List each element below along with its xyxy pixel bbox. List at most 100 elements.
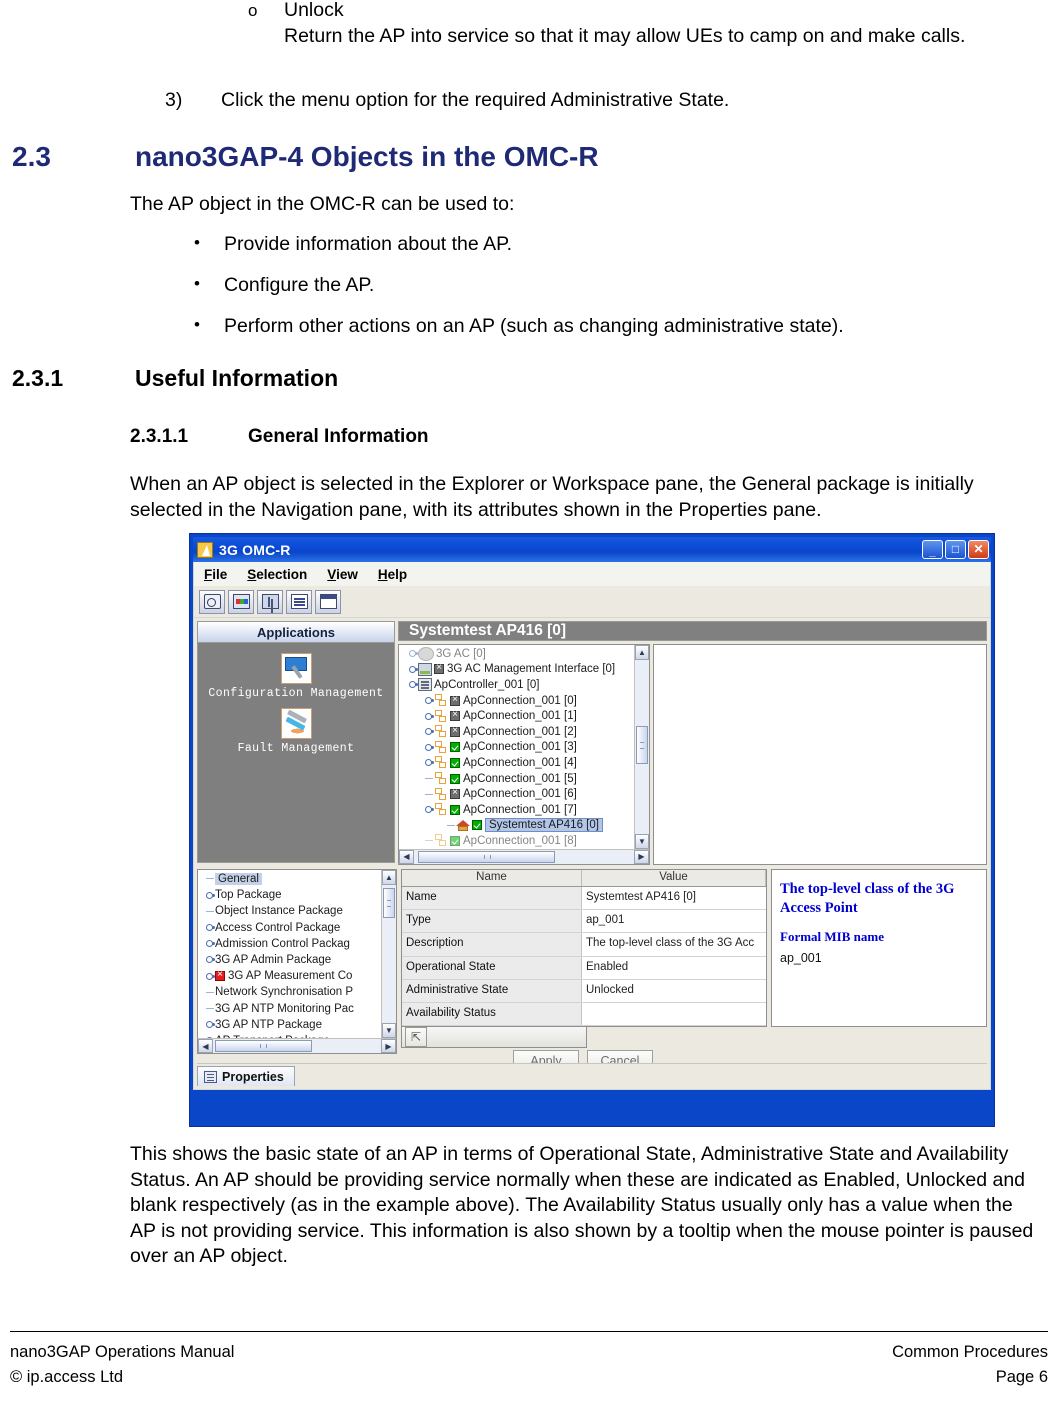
expand-toggle-icon[interactable]: [204, 890, 215, 901]
expand-toggle-icon[interactable]: [423, 804, 434, 815]
table-row[interactable]: Description The top-level class of the 3G…: [402, 933, 766, 957]
table-row[interactable]: Operational State Enabled: [402, 956, 766, 980]
tree-row[interactable]: ApConnection_001 [7]: [399, 802, 634, 818]
scroll-left-icon[interactable]: ◀: [399, 849, 414, 864]
tree-row[interactable]: ApConnection_001 [5]: [399, 771, 634, 787]
navigation-row[interactable]: Network Synchronisation P: [198, 984, 381, 1000]
scroll-up-icon[interactable]: ▲: [382, 870, 396, 885]
hscroll-thumb[interactable]: [214, 1040, 313, 1052]
explorer-horizontal-scrollbar[interactable]: ◀ ▶: [399, 848, 649, 864]
hscroll-thumb[interactable]: [418, 850, 555, 863]
navigation-tree[interactable]: General Top Package Object Instance Packag…: [198, 870, 381, 1038]
tree-row[interactable]: ApController_001 [0]: [399, 677, 634, 693]
navigation-row[interactable]: 3G AP NTP Monitoring Pac: [198, 1001, 381, 1017]
bullet-dot-icon: •: [194, 315, 200, 334]
expand-toggle-icon[interactable]: [204, 971, 215, 982]
explorer-tree[interactable]: 3G AC [0] 3G AC Management Interface [0] A…: [399, 645, 634, 849]
table-row[interactable]: Administrative State Unlocked: [402, 979, 766, 1003]
table-row[interactable]: Availability Status: [402, 1002, 766, 1027]
conn-node-icon: [434, 756, 448, 769]
navigation-row[interactable]: Admission Control Packag: [198, 936, 381, 952]
menu-item-selection[interactable]: Selection: [247, 567, 307, 582]
tree-row[interactable]: ApConnection_001 [1]: [399, 708, 634, 724]
window-icon: [319, 594, 337, 609]
menu-item-view[interactable]: View: [327, 567, 358, 582]
menu-item-help[interactable]: Help: [378, 567, 407, 582]
close-button[interactable]: ✕: [968, 540, 989, 559]
expand-toggle-icon[interactable]: [407, 679, 418, 690]
toolbar-button-window[interactable]: [315, 589, 341, 614]
property-name-cell: Type: [402, 910, 582, 933]
property-value-cell[interactable]: Unlocked: [582, 979, 766, 1002]
property-value-cell[interactable]: The top-level class of the 3G Acc: [582, 933, 766, 956]
scroll-thumb[interactable]: [636, 726, 648, 765]
expand-toggle-icon[interactable]: [204, 955, 215, 966]
navigation-row[interactable]: Access Control Package: [198, 920, 381, 936]
tree-row[interactable]: ApConnection_001 [0]: [399, 693, 634, 709]
application-item-configuration-management[interactable]: Configuration Management: [198, 653, 394, 700]
property-value-cell[interactable]: Systemtest AP416 [0]: [582, 887, 766, 910]
scroll-down-icon[interactable]: ▼: [382, 1023, 396, 1038]
expand-toggle-icon[interactable]: [423, 757, 434, 768]
navigation-row[interactable]: 3G AP Measurement Co: [198, 968, 381, 984]
expand-toggle-icon[interactable]: [423, 711, 434, 722]
expand-toggle-icon[interactable]: [204, 938, 215, 949]
expand-toggle-icon[interactable]: [423, 726, 434, 737]
navigation-vertical-scrollbar[interactable]: ▲ ▼: [381, 870, 396, 1038]
up-arrow-icon[interactable]: ⇱: [405, 1027, 427, 1048]
scroll-up-icon[interactable]: ▲: [635, 645, 649, 660]
properties-area: Name Value Name Systemtest AP416 [0] Type a…: [401, 869, 987, 1073]
navigation-row[interactable]: General: [198, 871, 381, 887]
minimize-button[interactable]: _: [922, 540, 943, 559]
tree-row[interactable]: ApConnection_001 [6]: [399, 786, 634, 802]
navigation-row[interactable]: 3G AP NTP Package: [198, 1017, 381, 1033]
navigation-row-label: Admission Control Packag: [215, 937, 350, 950]
navigation-horizontal-scrollbar[interactable]: ◀ ▶: [198, 1038, 396, 1053]
application-item-fault-management[interactable]: Fault Management: [198, 708, 394, 755]
table-row[interactable]: Name Systemtest AP416 [0]: [402, 887, 766, 911]
detail-pane[interactable]: [653, 644, 987, 865]
tree-row[interactable]: ApConnection_001 [4]: [399, 755, 634, 771]
tree-row[interactable]: ApConnection_001 [3]: [399, 740, 634, 756]
tab-properties[interactable]: Properties: [197, 1066, 295, 1086]
scroll-track[interactable]: [635, 660, 649, 834]
property-value-cell[interactable]: Enabled: [582, 956, 766, 979]
expand-toggle-icon[interactable]: [423, 695, 434, 706]
expand-toggle-icon[interactable]: [407, 664, 418, 675]
toolbar-button-tree[interactable]: [257, 589, 283, 614]
expand-toggle-icon[interactable]: [204, 922, 215, 933]
expand-toggle-icon[interactable]: [204, 1019, 215, 1030]
properties-table-body: Name Systemtest AP416 [0] Type ap_001 Descri…: [402, 887, 766, 1027]
tree-line-icon: [204, 906, 215, 917]
property-value-cell[interactable]: ap_001: [582, 910, 766, 933]
scroll-down-icon[interactable]: ▼: [635, 833, 649, 849]
scroll-right-icon[interactable]: ▶: [381, 1039, 396, 1053]
navigation-row[interactable]: Object Instance Package: [198, 903, 381, 919]
tree-row[interactable]: ApConnection_001 [8]: [399, 833, 634, 849]
scroll-thumb[interactable]: [383, 887, 395, 919]
tree-row[interactable]: Systemtest AP416 [0]: [399, 818, 634, 834]
maximize-button[interactable]: □: [945, 540, 966, 559]
hscroll-track[interactable]: [213, 1039, 381, 1053]
scroll-right-icon[interactable]: ▶: [634, 849, 649, 864]
explorer-vertical-scrollbar[interactable]: ▲ ▼: [634, 645, 649, 849]
table-row[interactable]: Type ap_001: [402, 910, 766, 934]
home-node-icon: [456, 819, 470, 832]
property-value-cell[interactable]: [582, 1002, 766, 1026]
hscroll-track[interactable]: [414, 849, 634, 864]
toolbar-button-list[interactable]: [286, 589, 312, 614]
navigation-row[interactable]: 3G AP Admin Package: [198, 952, 381, 968]
tree-row[interactable]: 3G AC [0]: [399, 646, 634, 662]
expand-toggle-icon[interactable]: [407, 648, 418, 659]
expand-toggle-icon[interactable]: [423, 742, 434, 753]
scroll-left-icon[interactable]: ◀: [198, 1039, 213, 1053]
menu-item-file[interactable]: File: [204, 567, 227, 582]
toolbar-button-explorer[interactable]: [199, 589, 225, 614]
tree-row[interactable]: ApConnection_001 [2]: [399, 724, 634, 740]
navigation-row[interactable]: Top Package: [198, 887, 381, 903]
scroll-track[interactable]: [382, 885, 396, 1023]
status-badge: [450, 786, 460, 800]
navigation-row-label: Network Synchronisation P: [215, 986, 354, 999]
toolbar-button-colors[interactable]: [228, 589, 254, 614]
tree-row[interactable]: 3G AC Management Interface [0]: [399, 661, 634, 678]
